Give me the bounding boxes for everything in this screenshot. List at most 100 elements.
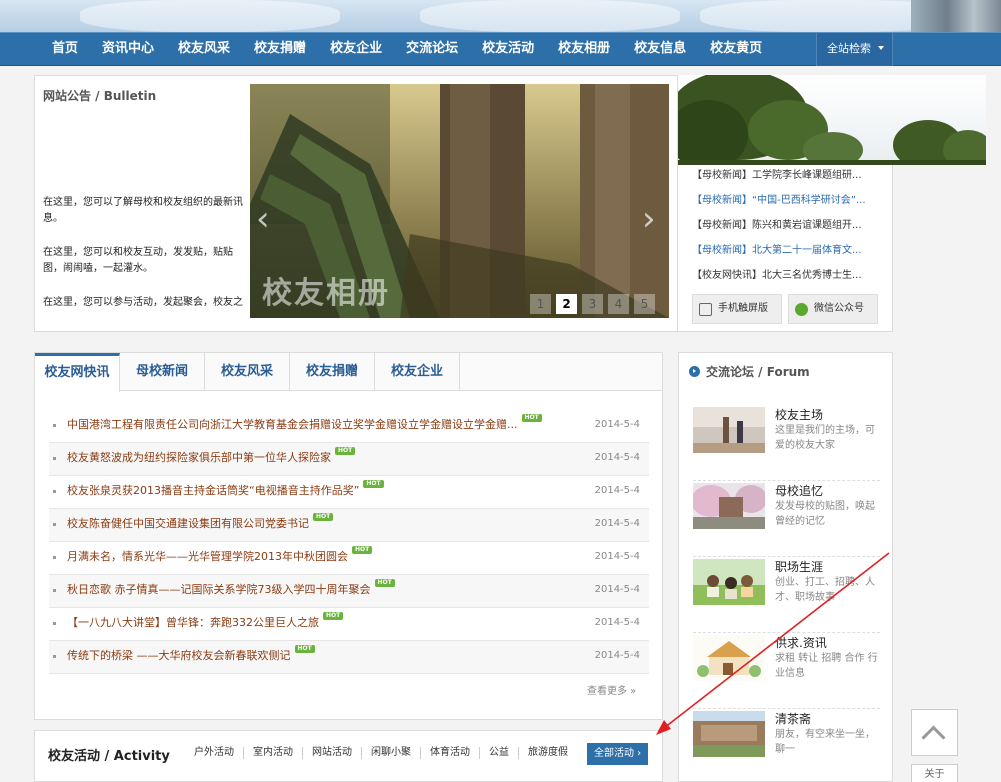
forum-item[interactable]: 校友主场 这里是我们的主场，可爱的校友大家 bbox=[693, 405, 880, 481]
forum-item-desc: 朋友，有空来坐一坐，聊一 bbox=[775, 729, 875, 755]
tree-image bbox=[678, 75, 986, 165]
tree-photo bbox=[678, 75, 986, 165]
cloud-decoration bbox=[80, 0, 340, 32]
forum-item[interactable]: 母校追忆 发发母校的贴图，唤起曾经的记忆 bbox=[693, 481, 880, 557]
bullet-icon bbox=[53, 457, 56, 460]
tab-school-news[interactable]: 母校新闻 bbox=[120, 353, 205, 391]
site-search-dropdown[interactable]: 全站检索 bbox=[816, 33, 893, 66]
tab-donation[interactable]: 校友捐赠 bbox=[290, 353, 375, 391]
activity-category[interactable]: 旅游度假 bbox=[519, 747, 577, 759]
right-news-item[interactable]: 【母校新闻】北大第二十一届体育文... bbox=[692, 238, 882, 263]
nav-item-info[interactable]: 校友信息 bbox=[622, 33, 698, 67]
wechat-button[interactable]: 微信公众号 bbox=[788, 294, 878, 324]
news-item[interactable]: 【一八九八大讲堂】曾华锋：奔跑332公里巨人之旅 HOT 2014-5-4 bbox=[49, 608, 649, 641]
all-activities-button[interactable]: 全部活动 › bbox=[587, 743, 648, 765]
news-title: 秋日恋歌 赤子情真——记国际关系学院73级入学四十周年聚会 bbox=[67, 583, 371, 596]
slide-page-5[interactable]: 5 bbox=[634, 294, 655, 314]
nav-item-alumni-style[interactable]: 校友风采 bbox=[166, 33, 242, 67]
hot-badge: HOT bbox=[323, 612, 344, 620]
mobile-version-label: 手机触屏版 bbox=[718, 303, 768, 314]
bullet-icon bbox=[53, 622, 56, 625]
forum-thumb-career bbox=[693, 559, 765, 605]
slide-prev-button[interactable]: ‹ bbox=[256, 202, 270, 236]
activity-category[interactable]: 体育活动 bbox=[421, 747, 480, 759]
activity-category[interactable]: 网站活动 bbox=[303, 747, 362, 759]
forum-item-name: 职场生涯 bbox=[775, 560, 824, 574]
activity-title: 校友活动 / Activity bbox=[48, 749, 170, 764]
photo-slideshow[interactable]: 校友相册 ‹ › bbox=[250, 84, 669, 318]
news-date: 2014-5-4 bbox=[594, 650, 640, 661]
forum-list: 校友主场 这里是我们的主场，可爱的校友大家 母校追忆 发发母校的贴图，唤起曾经的… bbox=[693, 405, 880, 782]
slide-page-3[interactable]: 3 bbox=[582, 294, 603, 314]
right-news-list: 【母校新闻】工学院李长峰课题组研... 【母校新闻】“中国-巴西科学研讨会”..… bbox=[692, 163, 882, 288]
news-item[interactable]: 传统下的桥梁 ——大华府校友会新春联欢侧记HOT 2014-5-4 bbox=[49, 641, 649, 674]
activity-panel: 校友活动 / Activity 户外活动 室内活动 网站活动 闲聊小聚 体育活动… bbox=[34, 730, 663, 782]
right-news-item[interactable]: 【校友网快讯】北大三名优秀博士生... bbox=[692, 263, 882, 288]
news-date: 2014-5-4 bbox=[594, 551, 640, 562]
nav-item-news-center[interactable]: 资讯中心 bbox=[90, 33, 166, 67]
news-list: 中国港湾工程有限责任公司向浙江大学教育基金会捐赠设立奖学金赠设立学金赠设立学金赠… bbox=[49, 410, 649, 674]
slide-page-4[interactable]: 4 bbox=[608, 294, 629, 314]
forum-title-text: 交流论坛 / Forum bbox=[706, 365, 810, 379]
hot-badge: HOT bbox=[374, 579, 395, 587]
bullet-icon bbox=[53, 655, 56, 658]
slide-next-button[interactable]: › bbox=[642, 202, 656, 236]
site-search-label: 全站检索 bbox=[827, 42, 871, 55]
news-item[interactable]: 校友陈奋健任中国交通建设集团有限公司党委书记 HOT 2014-5-4 bbox=[49, 509, 649, 542]
bulletin-paragraph: 在这里，您可以和校友互动，发发贴，贴贴图，闹闹嗑，一起灌水。 bbox=[43, 247, 233, 274]
nav-item-forum[interactable]: 交流论坛 bbox=[394, 33, 470, 67]
slide-caption: 校友相册 bbox=[262, 276, 390, 311]
tab-enterprise[interactable]: 校友企业 bbox=[375, 353, 460, 391]
news-item[interactable]: 校友张泉灵获2013播音主持金话筒奖“电视播音主持作品奖”HOT 2014-5-… bbox=[49, 476, 649, 509]
forum-thumb-tea-house bbox=[693, 711, 765, 757]
banner-people-image bbox=[911, 0, 1001, 32]
header-banner bbox=[0, 0, 1001, 32]
view-more-link[interactable]: 查看更多 » bbox=[587, 682, 636, 697]
forum-item-name: 清茶斋 bbox=[775, 712, 812, 726]
forum-item[interactable]: 清茶斋 朋友，有空来坐一坐，聊一 bbox=[693, 709, 880, 782]
right-news-item[interactable]: 【母校新闻】陈兴和黄岩谊课题组开... bbox=[692, 213, 882, 238]
forum-item-desc: 发发母校的贴图，唤起曾经的记忆 bbox=[775, 501, 875, 527]
nav-item-yellow-pages[interactable]: 校友黄页 bbox=[698, 33, 774, 67]
forum-thumb-memories bbox=[693, 483, 765, 529]
news-date: 2014-5-4 bbox=[594, 584, 640, 595]
news-title: 校友张泉灵获2013播音主持金话筒奖“电视播音主持作品奖” bbox=[67, 484, 360, 497]
forum-item[interactable]: 供求.资讯 求租 转让 招聘 合作 行业信息 bbox=[693, 633, 880, 709]
cloud-decoration bbox=[420, 0, 680, 32]
bullet-icon bbox=[53, 556, 56, 559]
back-to-top-button[interactable] bbox=[911, 709, 958, 756]
news-item[interactable]: 中国港湾工程有限责任公司向浙江大学教育基金会捐赠设立奖学金赠设立学金赠设立学金赠… bbox=[49, 410, 649, 443]
news-item[interactable]: 秋日恋歌 赤子情真——记国际关系学院73级入学四十周年聚会HOT 2014-5-… bbox=[49, 575, 649, 608]
bullet-icon bbox=[53, 424, 56, 427]
tab-alumni-flash[interactable]: 校友网快讯 bbox=[35, 353, 120, 392]
forum-panel: 交流论坛 / Forum 校友主场 这里是我们的主场，可爱的校友大家 母校追忆 … bbox=[678, 352, 893, 782]
news-item[interactable]: 校友黄怒波成为纽约探险家俱乐部中第一位华人探险家 HOT 2014-5-4 bbox=[49, 443, 649, 476]
tab-alumni-style[interactable]: 校友风采 bbox=[205, 353, 290, 391]
slide-page-2[interactable]: 2 bbox=[556, 294, 577, 314]
bullet-icon bbox=[53, 490, 56, 493]
activity-category[interactable]: 户外活动 bbox=[185, 747, 244, 759]
activity-category[interactable]: 闲聊小聚 bbox=[362, 747, 421, 759]
bulletin-paragraph: 在这里，您可以参与活动，发起聚会，校友之间相聚的平台。 bbox=[43, 297, 243, 307]
activity-category[interactable]: 室内活动 bbox=[244, 747, 303, 759]
about-button[interactable]: 关于 bbox=[911, 764, 958, 782]
nav-item-album[interactable]: 校友相册 bbox=[546, 33, 622, 67]
activity-category[interactable]: 公益 bbox=[480, 747, 519, 759]
nav-item-home[interactable]: 首页 bbox=[40, 33, 90, 67]
right-news-item[interactable]: 【母校新闻】工学院李长峰课题组研... bbox=[692, 163, 882, 188]
mobile-version-button[interactable]: 手机触屏版 bbox=[692, 294, 782, 324]
right-news-item[interactable]: 【母校新闻】“中国-巴西科学研讨会”... bbox=[692, 188, 882, 213]
bullet-icon bbox=[53, 589, 56, 592]
forum-item[interactable]: 职场生涯 创业、打工、招聘、人才、职场故事 bbox=[693, 557, 880, 633]
news-item[interactable]: 月满未名，情系光华——光华管理学院2013年中秋团圆会 HOT 2014-5-4 bbox=[49, 542, 649, 575]
nav-item-enterprise[interactable]: 校友企业 bbox=[318, 33, 394, 67]
nav-item-activity[interactable]: 校友活动 bbox=[470, 33, 546, 67]
forum-item-desc: 求租 转让 招聘 合作 行业信息 bbox=[775, 653, 878, 679]
slide-page-1[interactable]: 1 bbox=[530, 294, 551, 314]
nav-item-donation[interactable]: 校友捐赠 bbox=[242, 33, 318, 67]
forum-item-name: 供求.资讯 bbox=[775, 636, 827, 650]
news-date: 2014-5-4 bbox=[594, 617, 640, 628]
news-title: 【一八九八大讲堂】曾华锋：奔跑332公里巨人之旅 bbox=[67, 616, 319, 629]
forum-item-name: 校友主场 bbox=[775, 408, 824, 422]
news-date: 2014-5-4 bbox=[594, 419, 640, 430]
